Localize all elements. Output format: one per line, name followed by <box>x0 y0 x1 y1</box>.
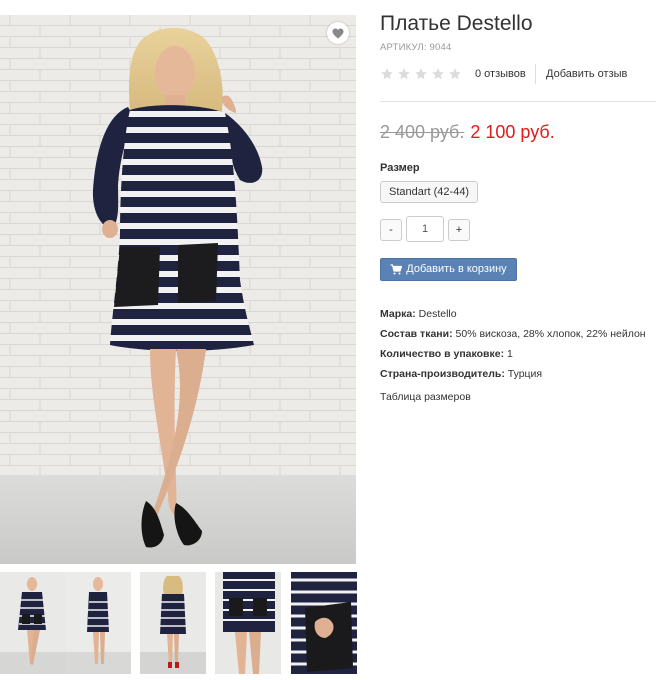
product-sku: АРТИКУЛ: 9044 <box>380 42 452 53</box>
spec-brand: Марка: Destello <box>380 304 656 324</box>
spec-value: 1 <box>507 348 513 360</box>
add-review-link[interactable]: Добавить отзыв <box>546 68 627 80</box>
spec-label: Состав ткани: <box>380 328 453 340</box>
spec-value: Турция <box>507 368 543 380</box>
star-icon[interactable] <box>397 67 411 81</box>
spec-value: Destello <box>418 308 457 320</box>
reviews-count[interactable]: 0 отзывов <box>475 68 526 80</box>
cart-icon <box>390 264 403 275</box>
add-to-cart-label: Добавить в корзину <box>406 263 507 275</box>
new-price: 2 100 руб. <box>470 122 555 142</box>
product-specs: Марка: Destello Состав ткани: 50% вискоз… <box>380 304 656 384</box>
size-option-standart[interactable]: Standart (42-44) <box>380 181 479 203</box>
star-icon[interactable] <box>414 67 428 81</box>
size-label: Размер <box>380 162 420 174</box>
main-product-photo[interactable] <box>0 15 356 564</box>
heart-icon <box>332 28 344 38</box>
quantity-increase-button[interactable]: + <box>448 219 470 241</box>
spec-package-quantity: Количество в упаковке: 1 <box>380 344 656 364</box>
header-divider <box>380 101 656 102</box>
spec-country: Страна-производитель: Турция <box>380 364 656 384</box>
rating-row: 0 отзывов Добавить отзыв <box>380 64 656 86</box>
spec-label: Количество в упаковке: <box>380 348 505 360</box>
thumbnail-strip <box>0 572 360 674</box>
product-title: Платье Destello <box>380 12 533 35</box>
quantity-decrease-button[interactable]: - <box>380 219 402 241</box>
spec-label: Марка: <box>380 308 416 320</box>
favorite-button[interactable] <box>327 22 349 44</box>
rating-divider <box>535 64 536 84</box>
quantity-input[interactable] <box>406 216 444 242</box>
spec-label: Страна-производитель: <box>380 368 505 380</box>
spec-fabric: Состав ткани: 50% вискоза, 28% хлопок, 2… <box>380 324 656 344</box>
product-info: Платье Destello АРТИКУЛ: 9044 0 отзывов … <box>380 0 656 680</box>
price-row: 2 400 руб. 2 100 руб. <box>380 122 555 143</box>
rating-stars[interactable] <box>380 67 462 81</box>
star-icon[interactable] <box>431 67 445 81</box>
old-price: 2 400 руб. <box>380 122 465 142</box>
thumbnail-back-view[interactable] <box>140 572 206 674</box>
thumbnail-side-view[interactable] <box>65 572 131 674</box>
star-icon[interactable] <box>448 67 462 81</box>
star-icon[interactable] <box>380 67 394 81</box>
thumbnail-pocket-detail[interactable] <box>215 572 281 674</box>
thumbnail-front-view[interactable] <box>0 572 66 674</box>
size-table-link[interactable]: Таблица размеров <box>380 391 471 403</box>
spec-value: 50% вискоза, 28% хлопок, 22% нейлон <box>455 328 646 340</box>
thumbnail-pocket-closeup[interactable] <box>291 572 357 674</box>
add-to-cart-button[interactable]: Добавить в корзину <box>380 258 517 281</box>
